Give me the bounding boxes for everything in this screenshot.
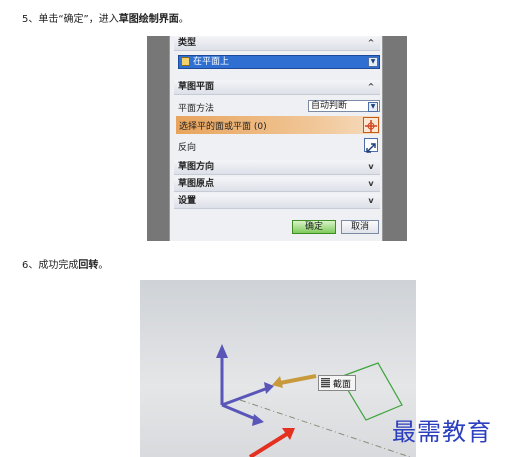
x-axis-arrow <box>221 386 269 407</box>
cancel-button[interactable]: 取消 <box>341 220 379 234</box>
y-axis-arrow <box>221 403 259 422</box>
step-5-instruction: 5、单击“确定”，进入草图绘制界面。 <box>22 10 189 25</box>
section-type-label: 类型 <box>178 38 197 48</box>
plane-method-select[interactable]: 自动判断 ▼ <box>308 100 380 112</box>
y-axis-arrowhead <box>252 414 264 426</box>
model-drawing <box>216 344 411 457</box>
chevron-up-icon[interactable]: ^ <box>364 37 378 49</box>
step-5-emphasis: 草图绘制界面 <box>118 14 179 25</box>
crosshair-icon[interactable] <box>363 117 379 133</box>
step-5-end: 。 <box>178 14 189 25</box>
reverse-label: 反向 <box>178 143 197 153</box>
sketch-dialog: 类型 ^ 在平面上 ▼ 草图平面 ^ 平面方法 自动判断 ▼ 选择平的面或平面 … <box>169 36 383 241</box>
step-6-end: 。 <box>98 260 109 271</box>
sketch-dialog-screenshot: 类型 ^ 在平面上 ▼ 草图平面 ^ 平面方法 自动判断 ▼ 选择平的面或平面 … <box>147 36 407 241</box>
section-sketch-plane-label: 草图平面 <box>178 82 215 92</box>
step-6-emphasis: 回转 <box>78 260 99 271</box>
section-settings[interactable]: 设置 v <box>174 194 380 209</box>
step-6-text: 6、成功完成 <box>22 260 79 271</box>
z-axis-arrowhead <box>216 344 228 358</box>
revolve-axis-arrow <box>279 374 317 385</box>
type-select[interactable]: 在平面上 ▼ <box>178 55 380 69</box>
select-face-label: 选择平的面或平面 (0) <box>179 122 267 132</box>
section-label: 草图原点 <box>178 179 215 189</box>
section-label-text: 截面 <box>333 380 352 390</box>
chevron-down-icon[interactable]: v <box>364 178 378 190</box>
section-type[interactable]: 类型 ^ <box>174 36 380 51</box>
step-6-instruction: 6、成功完成回转。 <box>22 256 108 271</box>
reverse-direction-icon[interactable] <box>364 138 378 153</box>
section-label-tag: 截面 <box>318 375 356 391</box>
plane-method-value: 自动判断 <box>311 101 348 111</box>
section-sketch-origin[interactable]: 草图原点 v <box>174 177 380 192</box>
chevron-down-icon[interactable]: v <box>364 161 378 173</box>
ok-button[interactable]: 确定 <box>292 220 336 234</box>
plane-icon <box>181 57 190 66</box>
section-sketch-plane[interactable]: 草图平面 ^ <box>174 80 380 95</box>
plane-method-label: 平面方法 <box>178 104 215 114</box>
chevron-down-icon[interactable]: ▼ <box>368 102 378 112</box>
section-sketch-orientation[interactable]: 草图方向 v <box>174 160 380 175</box>
chevron-down-icon[interactable]: ▼ <box>368 57 378 67</box>
model-viewport[interactable]: 截面 <box>140 280 416 457</box>
section-label: 设置 <box>178 196 197 206</box>
chevron-down-icon[interactable]: v <box>364 195 378 207</box>
x-axis-arrowhead <box>264 382 274 394</box>
step-5-text: 5、单击“确定”，进入 <box>22 14 119 25</box>
section-label: 草图方向 <box>178 162 215 172</box>
select-face-row[interactable]: 选择平的面或平面 (0) <box>176 116 380 134</box>
section-icon <box>321 378 330 388</box>
pointer-arrow <box>248 430 292 457</box>
type-select-value: 在平面上 <box>193 57 230 67</box>
chevron-up-icon[interactable]: ^ <box>364 81 378 93</box>
watermark: 最需教育 <box>392 418 492 446</box>
